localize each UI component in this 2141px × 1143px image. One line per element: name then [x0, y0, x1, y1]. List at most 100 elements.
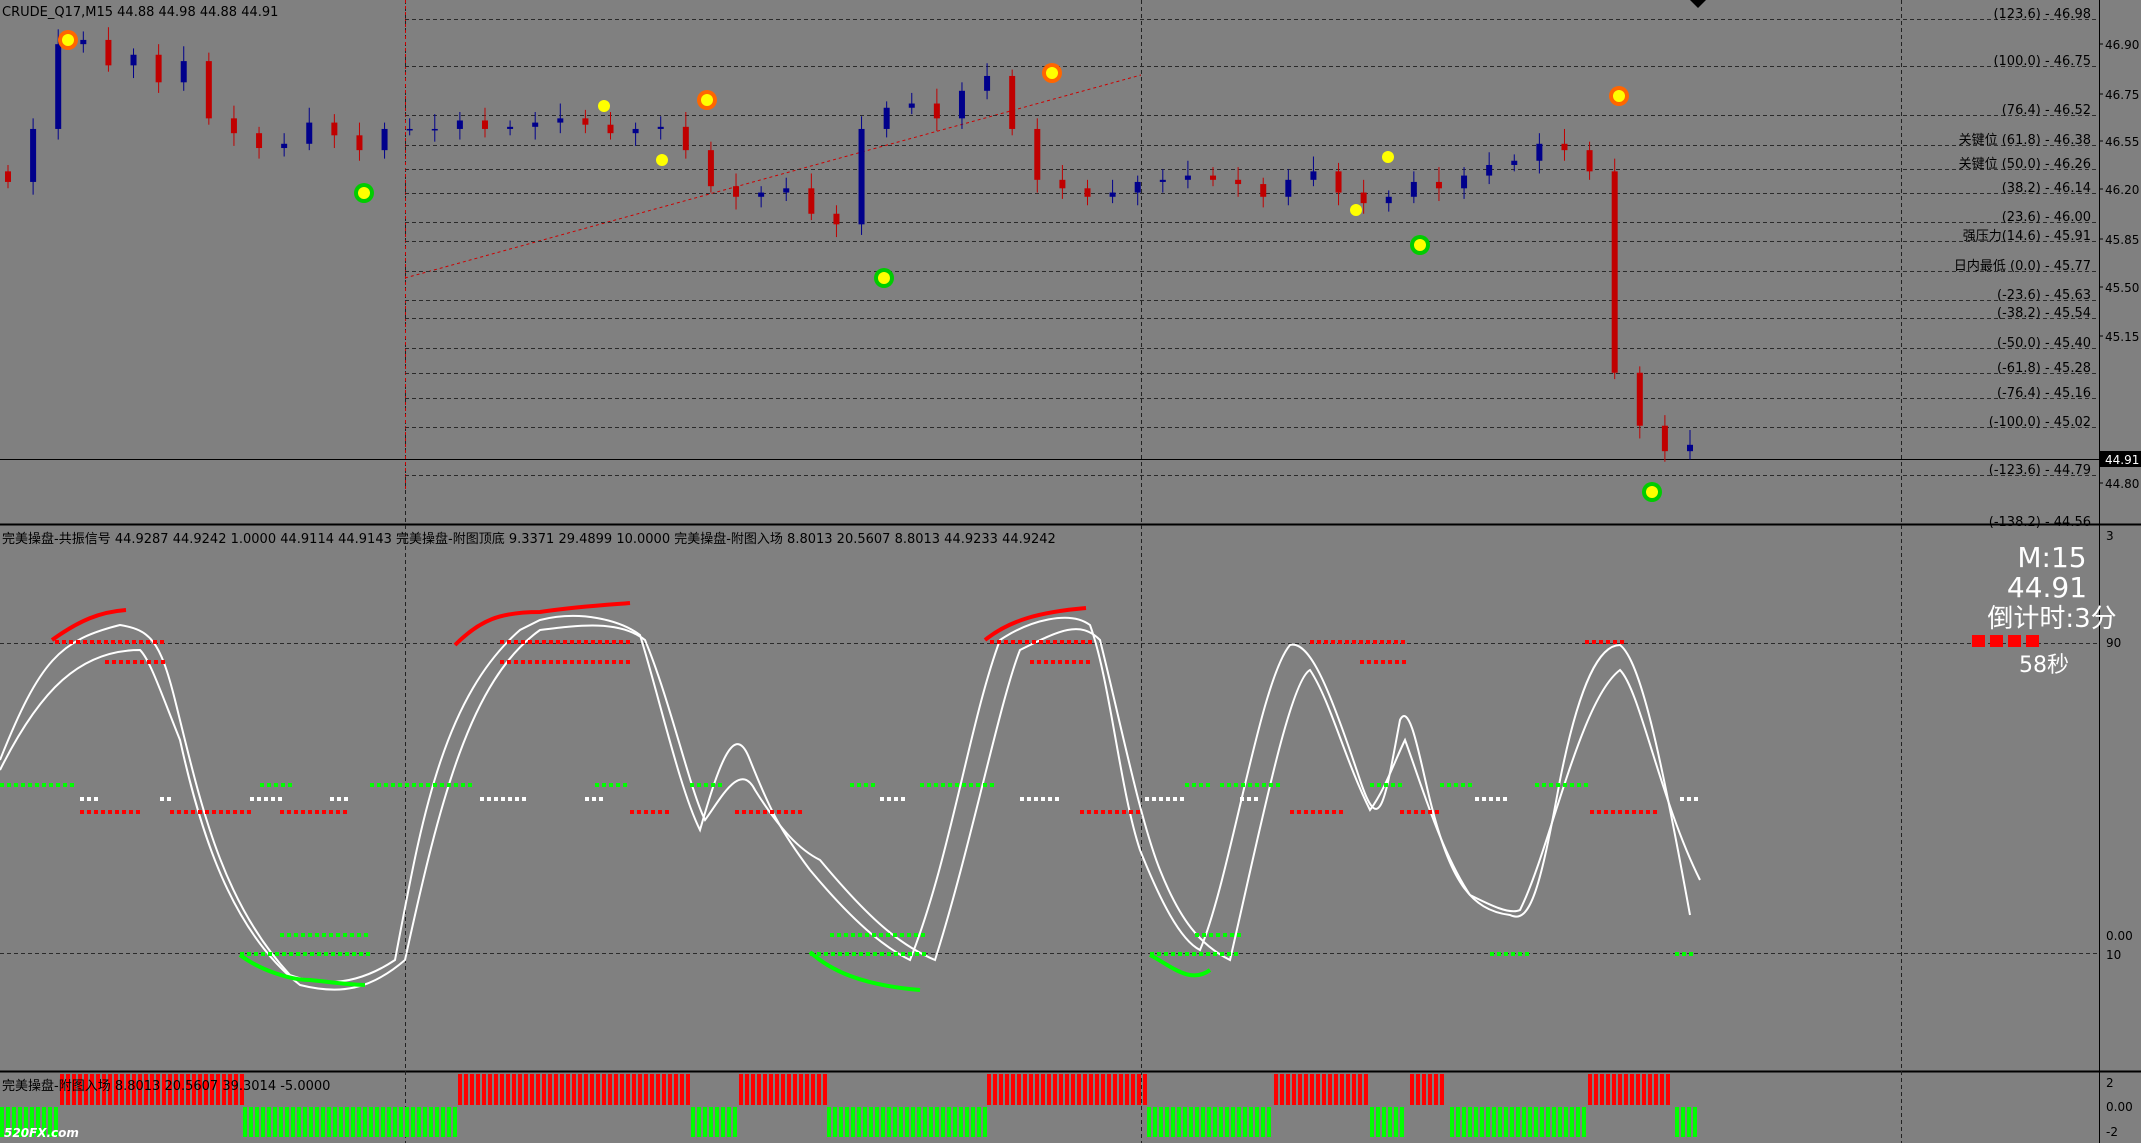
- histogram-bar: [1298, 1074, 1302, 1105]
- osc-signal-dot: [271, 797, 275, 801]
- osc-signal-dot: [1173, 797, 1177, 801]
- histogram-bar: [441, 1107, 445, 1137]
- histogram-bar: [1231, 1107, 1235, 1137]
- osc-signal-dot: [595, 783, 599, 787]
- candle-body: [431, 128, 438, 131]
- candle-body: [557, 118, 564, 123]
- yellow-dot-icon: [598, 100, 610, 112]
- osc-signal-dot: [1339, 810, 1343, 814]
- candle-body: [532, 122, 539, 127]
- osc-signal-dot: [274, 783, 278, 787]
- osc-signal-dot: [1044, 660, 1048, 664]
- osc-signal-dot: [1318, 810, 1322, 814]
- osc-signal-dot: [718, 783, 722, 787]
- osc-signal-dot: [359, 952, 363, 956]
- histogram-bar: [255, 1107, 259, 1137]
- osc-signal-dot: [433, 783, 437, 787]
- histogram-bar: [560, 1074, 564, 1105]
- histogram-bar: [1267, 1107, 1271, 1137]
- osc-signal-dot: [1185, 952, 1189, 956]
- candle-body: [1235, 179, 1242, 185]
- osc-signal-dot: [80, 810, 84, 814]
- osc-signal-dot: [1381, 660, 1385, 664]
- osc-signal-dot: [1087, 810, 1091, 814]
- osc-signal-dot: [288, 783, 292, 787]
- histogram-bar: [1101, 1074, 1105, 1105]
- osc-signal-dot: [623, 783, 627, 787]
- histogram-bar: [309, 1107, 313, 1137]
- osc-signal-dot: [1220, 783, 1224, 787]
- osc-signal-dot: [1604, 810, 1608, 814]
- histogram-bar: [1207, 1107, 1211, 1137]
- osc-signal-dot: [1129, 810, 1133, 814]
- osc-signal-dot: [384, 783, 388, 787]
- osc-signal-dot: [894, 952, 898, 956]
- osc-signal-dot: [280, 810, 284, 814]
- osc-signal-dot: [542, 660, 546, 664]
- osc-signal-dot: [763, 810, 767, 814]
- osc-signal-dot: [556, 640, 560, 644]
- price-tick-label: 46.90: [2105, 38, 2139, 52]
- osc-signal-dot: [296, 952, 300, 956]
- osc-signal-dot: [1577, 783, 1581, 787]
- candle-body: [707, 150, 714, 187]
- osc-signal-dot: [62, 640, 66, 644]
- histogram-bar: [1552, 1107, 1556, 1137]
- chart-window[interactable]: (123.6) - 46.98 (100.0) - 46.75 (76.4) - 4…: [0, 0, 2141, 1143]
- histogram-bar: [243, 1107, 247, 1137]
- histogram-bar: [1687, 1107, 1691, 1137]
- osc-signal-dot: [147, 660, 151, 664]
- histogram-bar: [1666, 1074, 1670, 1105]
- osc-signal-dot: [1037, 660, 1041, 664]
- histogram-bar: [1153, 1107, 1157, 1137]
- top-signal-icon: [1046, 67, 1058, 79]
- osc-signal-dot: [247, 952, 251, 956]
- candle-body: [733, 186, 740, 197]
- fib-level-label: 日内最低 (0.0) - 45.77: [1954, 258, 2091, 274]
- osc-signal-dot: [1504, 952, 1508, 956]
- histogram-bar: [494, 1074, 498, 1105]
- osc-signal-dot: [1297, 810, 1301, 814]
- histogram-bar: [751, 1074, 755, 1105]
- osc-signal-dot: [139, 640, 143, 644]
- osc-signal-dot: [14, 783, 18, 787]
- osc-signal-dot: [1311, 810, 1315, 814]
- candle-body: [507, 126, 514, 129]
- osc-signal-dot: [136, 810, 140, 814]
- histogram-bar: [584, 1074, 588, 1105]
- histogram-bar: [1125, 1074, 1129, 1105]
- histogram-bar: [536, 1074, 540, 1105]
- osc-signal-dot: [1490, 952, 1494, 956]
- osc-signal-dot: [941, 783, 945, 787]
- histogram-bar: [387, 1107, 391, 1137]
- osc-signal-dot: [1590, 810, 1594, 814]
- candle-body: [55, 44, 62, 129]
- osc-signal-dot: [198, 810, 202, 814]
- histogram-bar: [715, 1107, 719, 1137]
- osc-signal-dot: [1074, 640, 1078, 644]
- osc-tick-3: 3: [2106, 529, 2114, 543]
- osc-signal-dot: [1360, 660, 1364, 664]
- osc-signal-dot: [1081, 640, 1085, 644]
- histogram-bar: [512, 1074, 516, 1105]
- osc-signal-dot: [1310, 640, 1314, 644]
- osc-signal-dot: [1164, 952, 1168, 956]
- osc-signal-dot: [1395, 660, 1399, 664]
- osc-signal-dot: [329, 933, 333, 937]
- osc-signal-dot: [577, 660, 581, 664]
- histogram-bar: [1486, 1107, 1490, 1137]
- osc-signal-dot: [1088, 640, 1092, 644]
- histogram-bar: [1693, 1107, 1697, 1137]
- osc-signal-dot: [146, 640, 150, 644]
- osc-signal-dot: [1367, 660, 1371, 664]
- candle-body: [256, 133, 263, 149]
- osc-signal-dot: [914, 933, 918, 937]
- osc-signal-dot: [140, 660, 144, 664]
- osc-signal-dot: [261, 952, 265, 956]
- osc-signal-dot: [798, 810, 802, 814]
- histogram-bar: [863, 1107, 867, 1137]
- osc-signal-dot: [1384, 783, 1388, 787]
- histogram-bar: [817, 1074, 821, 1105]
- histogram-bar: [381, 1107, 385, 1137]
- chart-canvas[interactable]: (123.6) - 46.98 (100.0) - 46.75 (76.4) - 4…: [0, 0, 2141, 1143]
